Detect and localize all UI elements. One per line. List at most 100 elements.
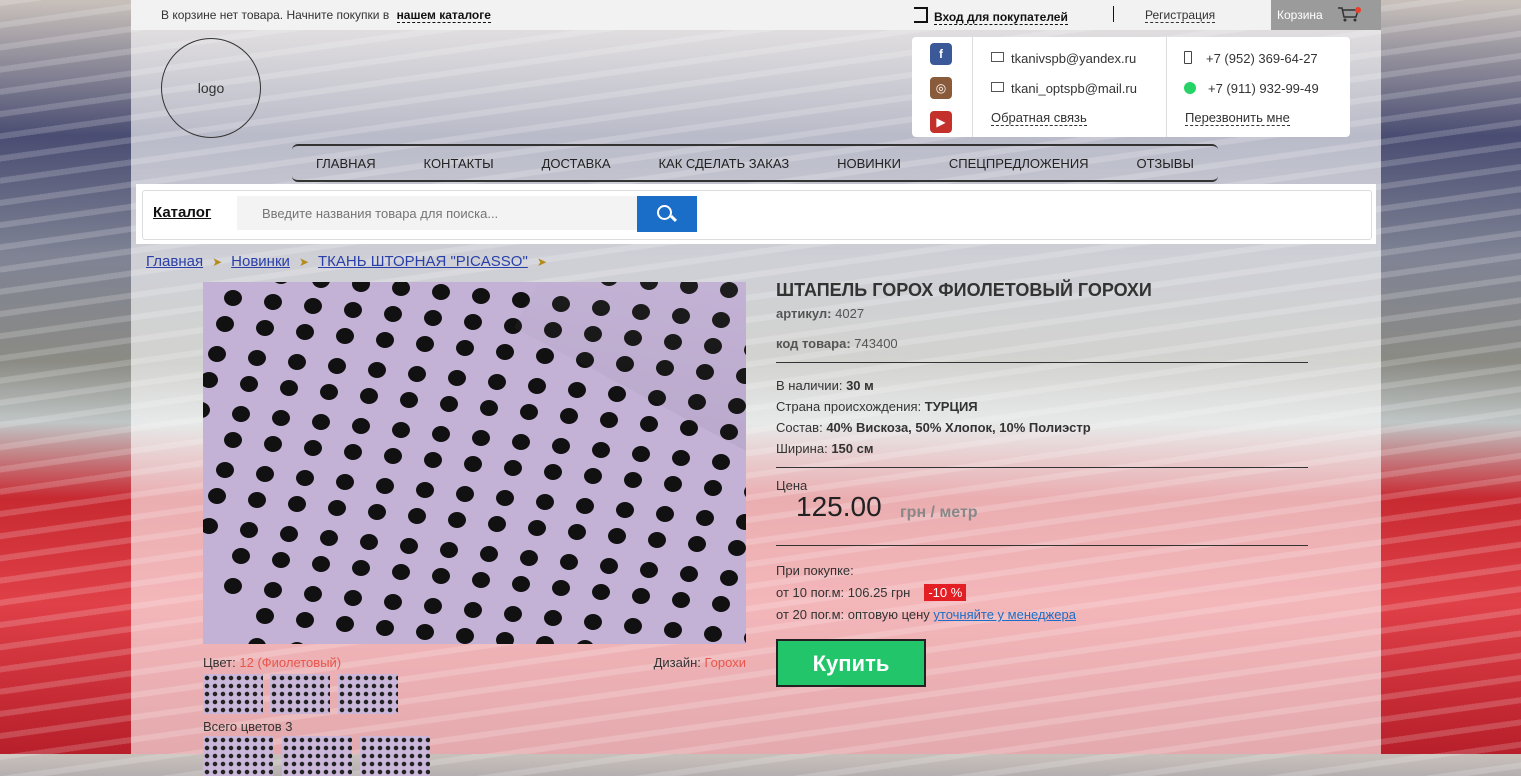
callback-link[interactable]: Перезвонить мне xyxy=(1185,110,1290,126)
divider xyxy=(972,37,973,137)
polka-dot xyxy=(696,510,714,526)
polka-dot xyxy=(264,294,282,310)
polka-dot xyxy=(224,290,242,306)
product-info: ШТАПЕЛЬ ГОРОХ ФИОЛЕТОВЫЙ ГОРОХИ артикул:… xyxy=(776,278,1308,622)
polka-dot xyxy=(312,414,330,430)
search-input[interactable] xyxy=(237,196,637,230)
catalog-button[interactable]: Каталог xyxy=(153,204,211,221)
design-value: Горохи xyxy=(704,655,746,670)
product-title: ШТАПЕЛЬ ГОРОХ ФИОЛЕТОВЫЙ ГОРОХИ xyxy=(776,280,1152,300)
design-label: Дизайн: xyxy=(653,655,701,670)
polka-dot xyxy=(336,474,354,490)
login-label: Вход для покупателей xyxy=(934,10,1068,25)
polka-dot xyxy=(544,610,562,626)
catalog-link[interactable]: нашем каталоге xyxy=(396,8,491,23)
code-value: 743400 xyxy=(854,336,898,351)
callback-label: Перезвонить мне xyxy=(1185,110,1290,126)
breadcrumb-category[interactable]: ТКАНЬ ШТОРНАЯ "PICASSO" xyxy=(318,253,528,270)
nav-item-how-to-order[interactable]: КАК СДЕЛАТЬ ЗАКАЗ xyxy=(654,156,793,171)
polka-dot xyxy=(208,488,226,504)
polka-dot xyxy=(408,508,426,524)
polka-dot xyxy=(640,416,658,432)
polka-dot xyxy=(608,386,626,402)
polka-dot xyxy=(504,606,522,622)
variant-thumbnail[interactable] xyxy=(360,736,430,776)
composition-value: 40% Вискоза, 50% Хлопок, 10% Полиэстр xyxy=(826,420,1091,435)
youtube-icon[interactable]: ▶ xyxy=(930,111,952,133)
search-bar: Каталог xyxy=(136,184,1376,244)
polka-dot xyxy=(552,580,570,596)
ask-manager-link[interactable]: уточняйте у менеджера xyxy=(933,607,1076,622)
polka-dot xyxy=(224,578,242,594)
phone-2[interactable]: +7 (911) 932-99-49 xyxy=(1184,81,1319,96)
email-2-text: tkani_optspb@mail.ru xyxy=(1011,81,1137,96)
buy-button[interactable]: Купить xyxy=(776,639,926,687)
variant-thumbnail[interactable] xyxy=(203,736,273,776)
nav-item-reviews[interactable]: ОТЗЫВЫ xyxy=(1132,156,1197,171)
polka-dot xyxy=(288,354,306,370)
polka-dot xyxy=(248,492,266,508)
instagram-icon[interactable]: ◎ xyxy=(930,77,952,99)
nav-item-new[interactable]: НОВИНКИ xyxy=(833,156,905,171)
width-label: Ширина: xyxy=(776,441,828,456)
polka-dot xyxy=(672,592,690,608)
nav-item-delivery[interactable]: ДОСТАВКА xyxy=(538,156,615,171)
polka-dot xyxy=(512,434,530,450)
polka-dot xyxy=(368,504,386,520)
login-icon xyxy=(914,7,928,23)
article-value: 4027 xyxy=(835,306,865,321)
nav-item-home[interactable]: ГЛАВНАЯ xyxy=(312,156,380,171)
polka-dot xyxy=(376,332,394,348)
logo[interactable]: logo xyxy=(161,38,261,138)
polka-dot xyxy=(577,640,593,644)
polka-dot xyxy=(432,426,450,442)
facebook-icon[interactable]: f xyxy=(930,43,952,65)
divider xyxy=(1113,6,1114,22)
polka-dot xyxy=(464,602,482,618)
polka-dot xyxy=(624,618,642,634)
polka-dot xyxy=(320,530,338,546)
polka-dot xyxy=(560,554,578,570)
nav-item-contacts[interactable]: КОНТАКТЫ xyxy=(420,156,498,171)
polka-dot xyxy=(328,358,346,374)
polka-dot xyxy=(344,444,362,460)
phone-1[interactable]: +7 (952) 369-64-27 xyxy=(1184,51,1318,66)
polka-dot xyxy=(592,442,610,458)
email-2[interactable]: tkani_optspb@mail.ru xyxy=(991,81,1137,96)
product-image[interactable] xyxy=(203,282,746,644)
polka-dot xyxy=(464,456,482,472)
stock: В наличии: 30 м xyxy=(776,378,874,393)
polka-dot xyxy=(712,454,730,470)
stock-value: 30 м xyxy=(846,378,874,393)
search-button[interactable] xyxy=(637,196,697,232)
main-nav: ГЛАВНАЯ КОНТАКТЫ ДОСТАВКА КАК СДЕЛАТЬ ЗА… xyxy=(292,144,1218,182)
polka-dot xyxy=(496,632,514,644)
polka-dot xyxy=(280,380,298,396)
bulk-title: При покупке: xyxy=(776,563,854,578)
bulk-20-text: от 20 пог.м: оптовую цену xyxy=(776,607,930,622)
polka-dot xyxy=(408,366,426,382)
polka-dot xyxy=(456,628,474,644)
cart-button[interactable]: Корзина xyxy=(1271,0,1381,30)
total-colors: Всего цветов 3 xyxy=(203,719,293,734)
breadcrumb-home[interactable]: Главная xyxy=(146,253,203,270)
polka-dot xyxy=(600,558,618,574)
polka-dot xyxy=(232,548,250,564)
email-1[interactable]: tkanivspb@yandex.ru xyxy=(991,51,1136,66)
feedback-link[interactable]: Обратная связь xyxy=(991,110,1087,126)
breadcrumb-new[interactable]: Новинки xyxy=(231,253,290,270)
polka-dot xyxy=(336,328,354,344)
divider xyxy=(776,467,1308,468)
nav-item-special-offers[interactable]: СПЕЦПРЕДЛОЖЕНИЯ xyxy=(945,156,1093,171)
color-thumbnail[interactable] xyxy=(270,674,330,714)
polka-dot xyxy=(432,284,450,300)
color-thumbnail[interactable] xyxy=(338,674,398,714)
variant-thumbnail[interactable] xyxy=(282,736,352,776)
article: артикул: 4027 xyxy=(776,306,864,321)
polka-dot xyxy=(456,340,474,356)
color-thumbnail[interactable] xyxy=(203,674,263,714)
polka-dot xyxy=(568,524,586,540)
register-link[interactable]: Регистрация xyxy=(1145,8,1216,23)
polka-dot xyxy=(744,632,746,644)
login-link[interactable]: Вход для покупателей xyxy=(914,7,1068,25)
